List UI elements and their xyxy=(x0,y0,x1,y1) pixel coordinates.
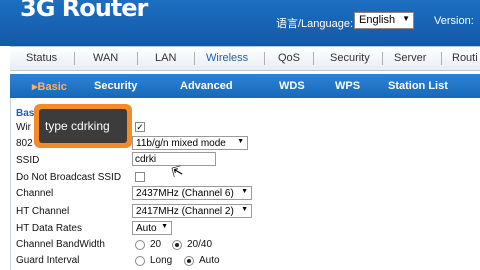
chevron-down-icon: ▼ xyxy=(161,223,168,230)
tab-basic-label: Basic xyxy=(37,81,67,93)
chevron-down-icon: ▼ xyxy=(402,14,410,23)
guard-auto-radio[interactable] xyxy=(184,256,194,266)
channel-label: Channel xyxy=(16,188,54,199)
bandwidth-2040-label: 20/40 xyxy=(187,239,213,250)
nav-divider xyxy=(313,52,314,65)
instruction-callout: type cdrking xyxy=(34,104,132,148)
tab-station-list[interactable]: Station List xyxy=(388,80,448,92)
router-logo: 3G Router xyxy=(20,0,148,22)
bandwidth-2040-radio[interactable] xyxy=(172,240,182,250)
header-bar: 3G Router 语言/Language: English ▼ Version… xyxy=(0,0,480,46)
nav-divider xyxy=(74,52,75,65)
tab-advanced[interactable]: Advanced xyxy=(180,80,233,92)
nav-routing[interactable]: Routi xyxy=(452,52,478,64)
nav-divider xyxy=(194,52,195,65)
ht-channel-select[interactable]: 2417MHz (Channel 2) ▼ xyxy=(132,204,252,218)
bandwidth-20-radio[interactable] xyxy=(135,240,145,250)
tab-basic[interactable]: ▸Basic xyxy=(32,80,67,93)
nav-divider xyxy=(137,52,138,65)
network-mode-select[interactable]: 11b/g/n mixed mode ▼ xyxy=(132,136,248,150)
chevron-down-icon: ▼ xyxy=(237,138,244,145)
language-label: 语言/Language: xyxy=(276,18,354,30)
ssid-label: SSID xyxy=(16,155,40,166)
chevron-down-icon: ▼ xyxy=(241,188,248,195)
nav-divider xyxy=(382,52,383,65)
ht-channel-value: 2417MHz (Channel 2) xyxy=(136,206,234,217)
ht-channel-label: HT Channel xyxy=(16,206,70,217)
ssid-value: cdrki xyxy=(135,154,157,165)
nav-wan[interactable]: WAN xyxy=(93,52,118,64)
broadcast-ssid-label: Do Not Broadcast SSID xyxy=(16,172,122,183)
nav-security[interactable]: Security xyxy=(330,52,370,64)
wireless-enable-checkbox[interactable]: ✓ xyxy=(135,122,145,132)
wireless-label: Wir xyxy=(16,122,31,133)
network-mode-value: 11b/g/n mixed mode xyxy=(136,138,226,149)
broadcast-ssid-checkbox[interactable] xyxy=(135,172,145,182)
channel-value: 2437MHz (Channel 6) xyxy=(136,188,234,199)
nav-status[interactable]: Status xyxy=(26,52,57,64)
section-title: Bas xyxy=(16,108,35,119)
guard-long-radio[interactable] xyxy=(135,256,145,266)
ht-data-rates-select[interactable]: Auto ▼ xyxy=(132,221,172,235)
nav-qos[interactable]: QoS xyxy=(278,52,300,64)
language-select[interactable]: English ▼ xyxy=(354,12,414,29)
ht-data-rates-label: HT Data Rates xyxy=(16,223,82,234)
nav-divider xyxy=(264,52,265,65)
tab-wps[interactable]: WPS xyxy=(335,80,360,92)
version-label: Version: xyxy=(434,15,474,27)
callout-body: type cdrking xyxy=(39,109,127,143)
sub-nav: ▸Basic Security Advanced WDS WPS Station… xyxy=(10,74,480,98)
nav-lan[interactable]: LAN xyxy=(155,52,176,64)
main-nav: Status WAN LAN Wireless QoS Security Ser… xyxy=(10,46,480,71)
tab-wds[interactable]: WDS xyxy=(279,80,305,92)
tab-security[interactable]: Security xyxy=(94,80,137,92)
nav-wireless[interactable]: Wireless xyxy=(206,52,248,64)
network-mode-label: 802 xyxy=(16,138,33,149)
language-value: English xyxy=(359,14,396,26)
guard-auto-label: Auto xyxy=(199,255,220,266)
guard-long-label: Long xyxy=(150,255,173,266)
guard-interval-label: Guard Interval xyxy=(16,255,80,266)
ht-data-rates-value: Auto xyxy=(136,223,157,234)
nav-divider xyxy=(441,52,442,65)
nav-server[interactable]: Server xyxy=(394,52,426,64)
channel-select[interactable]: 2437MHz (Channel 6) ▼ xyxy=(132,186,252,200)
chevron-down-icon: ▼ xyxy=(241,206,248,213)
bandwidth-label: Channel BandWidth xyxy=(16,239,105,250)
callout-text: type cdrking xyxy=(45,119,110,133)
bandwidth-20-label: 20 xyxy=(150,239,162,250)
